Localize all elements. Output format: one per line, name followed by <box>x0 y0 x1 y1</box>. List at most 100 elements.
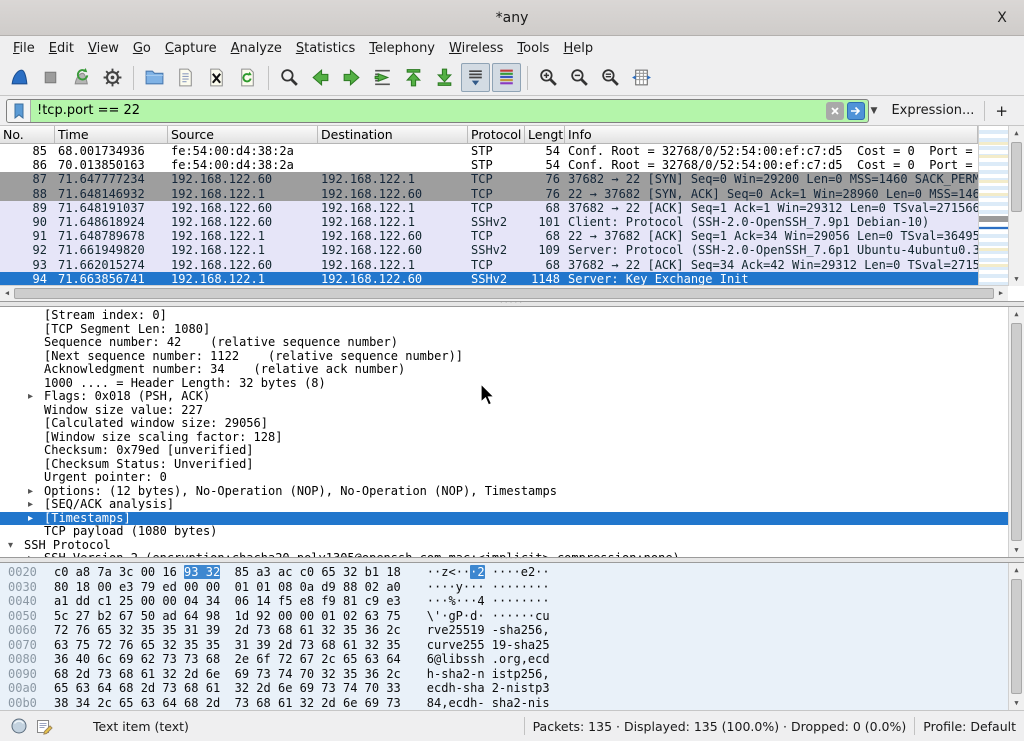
bytes-vertical-scrollbar[interactable]: ▲ ▼ <box>1008 563 1024 710</box>
filter-clear-button[interactable] <box>826 102 844 120</box>
scroll-left-arrow-icon[interactable]: ◀ <box>0 286 14 301</box>
detail-line[interactable]: [TCP Segment Len: 1080] <box>0 323 1008 337</box>
detail-line[interactable]: Acknowledgment number: 34 (relative ack … <box>0 363 1008 377</box>
menu-capture[interactable]: Capture <box>158 39 224 58</box>
scroll-right-arrow-icon[interactable]: ▶ <box>994 286 1008 301</box>
wireshark-start-capture-button[interactable] <box>5 63 34 92</box>
detail-line[interactable]: ▸[SEQ/ACK analysis] <box>0 498 1008 512</box>
filter-bookmark-button[interactable] <box>7 100 31 122</box>
packet-row-92[interactable]: 9271.661949820192.168.122.1192.168.122.6… <box>0 243 978 257</box>
titlebar[interactable]: *any X <box>0 0 1024 36</box>
zoom-out-button[interactable] <box>565 63 594 92</box>
menu-file[interactable]: File <box>6 39 42 58</box>
expander-closed-icon[interactable]: ▸ <box>28 390 42 404</box>
scroll-up-arrow-icon[interactable]: ▲ <box>1009 126 1024 140</box>
hex-row-0030[interactable]: 003080 18 00 e3 79 ed 00 00 01 01 08 0a … <box>0 580 1008 595</box>
menu-tools[interactable]: Tools <box>510 39 556 58</box>
menu-help[interactable]: Help <box>556 39 600 58</box>
hex-row-0050[interactable]: 00505c 27 b2 67 50 ad 64 98 1d 92 00 00 … <box>0 609 1008 624</box>
hex-row-00b0[interactable]: 00b038 34 2c 65 63 64 68 2d 73 68 61 32 … <box>0 696 1008 711</box>
packet-list-header[interactable]: No.TimeSourceDestinationProtocolLengthIn… <box>0 126 978 144</box>
go-forward-button[interactable] <box>337 63 366 92</box>
go-first-packet-button[interactable] <box>399 63 428 92</box>
column-header-protocol[interactable]: Protocol <box>468 126 525 143</box>
expression-button[interactable]: Expression... <box>881 103 984 118</box>
detail-line[interactable]: [Checksum Status: Unverified] <box>0 458 1008 472</box>
filter-history-caret[interactable]: ▼ <box>869 106 882 116</box>
packet-list-vertical-scrollbar[interactable]: ▲ ▼ <box>1008 126 1024 286</box>
column-header-length[interactable]: Length <box>525 126 565 143</box>
colorize-packets-button[interactable] <box>492 63 521 92</box>
detail-line[interactable]: Checksum: 0x79ed [unverified] <box>0 444 1008 458</box>
detail-line[interactable]: [Window size scaling factor: 128] <box>0 431 1008 445</box>
hex-row-0040[interactable]: 0040a1 dd c1 25 00 00 04 34 06 14 f5 e8 … <box>0 594 1008 609</box>
packet-row-94[interactable]: 9471.663856741192.168.122.1192.168.122.6… <box>0 272 978 286</box>
menu-statistics[interactable]: Statistics <box>289 39 362 58</box>
hex-row-0020[interactable]: 0020c0 a8 7a 3c 00 16 93 32 85 a3 ac c0 … <box>0 565 1008 580</box>
column-header-source[interactable]: Source <box>168 126 318 143</box>
expander-closed-icon[interactable]: ▸ <box>28 512 42 526</box>
detail-line[interactable]: ▸Options: (12 bytes), No-Operation (NOP)… <box>0 485 1008 499</box>
hex-row-0070[interactable]: 007063 75 72 76 65 32 35 35 31 39 2d 73 … <box>0 638 1008 653</box>
menu-analyze[interactable]: Analyze <box>224 39 289 58</box>
detail-line[interactable]: Sequence number: 42 (relative sequence n… <box>0 336 1008 350</box>
capture-options-button[interactable] <box>98 63 127 92</box>
scroll-down-arrow-icon[interactable]: ▼ <box>1009 696 1024 710</box>
open-capture-file-button[interactable] <box>140 63 169 92</box>
auto-scroll-button[interactable] <box>461 63 490 92</box>
detail-line[interactable]: Urgent pointer: 0 <box>0 471 1008 485</box>
column-header-info[interactable]: Info <box>565 126 978 143</box>
save-capture-file-button[interactable] <box>171 63 200 92</box>
hex-row-0090[interactable]: 009068 2d 73 68 61 32 2d 6e 69 73 74 70 … <box>0 667 1008 682</box>
scroll-down-arrow-icon[interactable]: ▼ <box>1009 272 1024 286</box>
intelligent-scrollbar-minimap[interactable] <box>978 126 1008 286</box>
packet-row-90[interactable]: 9071.648618924192.168.122.60192.168.122.… <box>0 215 978 229</box>
expander-open-icon[interactable]: ▾ <box>8 539 22 553</box>
column-header-no[interactable]: No. <box>0 126 55 143</box>
go-to-packet-button[interactable] <box>368 63 397 92</box>
menu-go[interactable]: Go <box>126 39 158 58</box>
detail-line[interactable]: 1000 .... = Header Length: 32 bytes (8) <box>0 377 1008 391</box>
scrollbar-thumb[interactable] <box>1011 579 1022 694</box>
scrollbar-thumb[interactable] <box>1011 142 1022 212</box>
detail-line[interactable]: Window size value: 227 <box>0 404 1008 418</box>
packet-row-85[interactable]: 8568.001734936fe:54:00:d4:38:2aSTP54Conf… <box>0 144 978 158</box>
filter-apply-button[interactable] <box>847 102 865 120</box>
hex-row-0080[interactable]: 008036 40 6c 69 62 73 73 68 2e 6f 72 67 … <box>0 652 1008 667</box>
detail-line[interactable]: ▸[Timestamps] <box>0 512 1008 526</box>
packet-row-87[interactable]: 8771.647777234192.168.122.60192.168.122.… <box>0 172 978 186</box>
menu-wireless[interactable]: Wireless <box>442 39 510 58</box>
packet-row-93[interactable]: 9371.662015274192.168.122.60192.168.122.… <box>0 258 978 272</box>
detail-line[interactable]: ▾SSH Protocol <box>0 539 1008 553</box>
scroll-down-arrow-icon[interactable]: ▼ <box>1009 543 1024 557</box>
packet-row-88[interactable]: 8871.648146932192.168.122.1192.168.122.6… <box>0 187 978 201</box>
column-header-destination[interactable]: Destination <box>318 126 468 143</box>
detail-line[interactable]: TCP payload (1080 bytes) <box>0 525 1008 539</box>
go-last-packet-button[interactable] <box>430 63 459 92</box>
packet-row-89[interactable]: 8971.648191037192.168.122.60192.168.122.… <box>0 201 978 215</box>
column-header-time[interactable]: Time <box>55 126 168 143</box>
stop-capture-button[interactable] <box>36 63 65 92</box>
zoom-in-button[interactable] <box>534 63 563 92</box>
packet-row-86[interactable]: 8670.013850163fe:54:00:d4:38:2aSTP54Conf… <box>0 158 978 172</box>
details-vertical-scrollbar[interactable]: ▲ ▼ <box>1008 307 1024 557</box>
detail-line[interactable]: [Stream index: 0] <box>0 309 1008 323</box>
detail-line[interactable]: [Next sequence number: 1122 (relative se… <box>0 350 1008 364</box>
reload-capture-file-button[interactable] <box>233 63 262 92</box>
hex-row-0060[interactable]: 006072 76 65 32 35 35 31 39 2d 73 68 61 … <box>0 623 1008 638</box>
expert-info-icon[interactable] <box>10 717 28 735</box>
scroll-up-arrow-icon[interactable]: ▲ <box>1009 307 1024 321</box>
menu-edit[interactable]: Edit <box>42 39 81 58</box>
menu-telephony[interactable]: Telephony <box>362 39 442 58</box>
go-back-button[interactable] <box>306 63 335 92</box>
hex-row-00a0[interactable]: 00a065 63 64 68 2d 73 68 61 32 2d 6e 69 … <box>0 681 1008 696</box>
find-packet-button[interactable] <box>275 63 304 92</box>
display-filter-input[interactable] <box>31 100 826 122</box>
close-window-button[interactable]: X <box>992 8 1012 28</box>
resize-columns-button[interactable] <box>627 63 656 92</box>
restart-capture-button[interactable] <box>67 63 96 92</box>
scrollbar-thumb[interactable] <box>1011 323 1022 541</box>
expander-closed-icon[interactable]: ▸ <box>28 485 42 499</box>
detail-line[interactable]: [Calculated window size: 29056] <box>0 417 1008 431</box>
packet-row-91[interactable]: 9171.648789678192.168.122.1192.168.122.6… <box>0 229 978 243</box>
